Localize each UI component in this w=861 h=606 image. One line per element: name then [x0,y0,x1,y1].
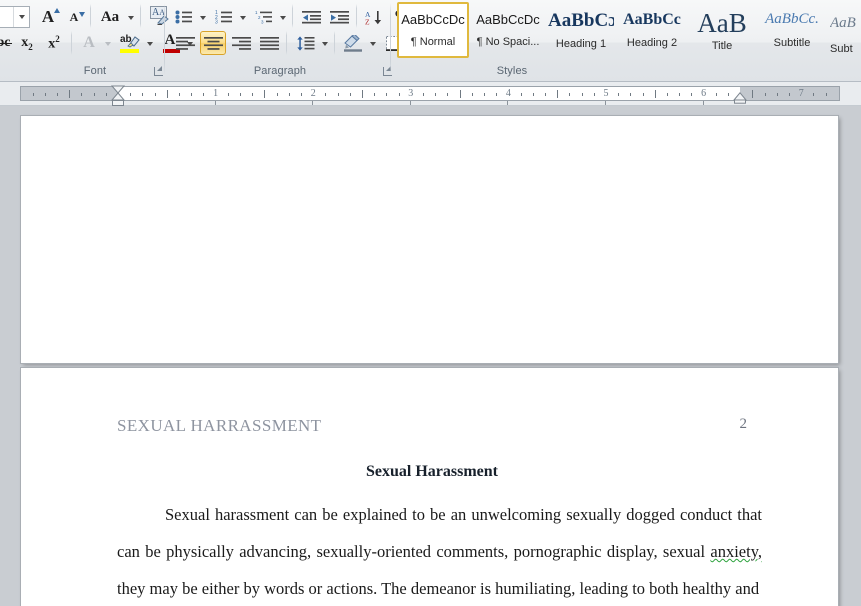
style-item-subtle-emphasis[interactable]: AaB Subt [829,2,861,58]
strikethrough-button[interactable]: abc [0,31,12,55]
bullets-caret-icon[interactable] [196,7,210,29]
style-label-title: Title [711,39,733,52]
decrease-indent-button[interactable] [298,5,324,29]
word-window: 12 A A Aa [0,0,861,606]
ruler-label: 1 [213,88,219,99]
style-preview-normal: AaBbCcDc [401,12,465,27]
ribbon: 12 A A Aa [0,0,861,82]
left-indent-marker[interactable] [111,85,125,107]
page-header[interactable]: SEXUAL HARRASSMENT 2 [117,416,747,438]
document-title: Sexual Harassment [366,463,498,480]
header-page-number: 2 [739,416,748,432]
styles-gallery: AaBbCcDc ¶ Normal AaBbCcDc ¶ No Spaci...… [392,0,861,62]
style-label-subtitle: Subtitle [773,37,811,49]
style-preview-subtitle: AaBbCc. [765,11,819,27]
svg-text:3: 3 [261,20,264,25]
shading-button[interactable] [340,31,366,55]
multilevel-list-caret-icon[interactable] [276,7,290,29]
font-group-body: 12 A A Aa [0,0,193,57]
style-item-normal[interactable]: AaBbCcDc ¶ Normal [397,2,469,58]
style-preview-title: AaB [697,7,747,38]
style-label-heading-2: Heading 2 [626,37,678,49]
svg-text:3: 3 [215,20,218,25]
text-highlight-color-caret-icon[interactable] [143,33,157,55]
ruler-label: 2 [310,88,316,99]
text-effects-button[interactable]: A [77,31,101,55]
styles-group-label: Styles [496,65,528,77]
style-preview-heading-2: AaBbCc [623,11,681,28]
svg-text:Z: Z [365,17,370,25]
style-label-no-spacing: ¶ No Spaci... [476,36,540,48]
style-preview-subtle-emphasis: AaB [830,15,856,31]
ruler-label: 7 [798,88,804,99]
document-body-paragraph[interactable]: Sexual harassment can be explained to be… [117,496,762,606]
style-item-no-spacing[interactable]: AaBbCcDc ¶ No Spaci... [472,2,544,58]
text-effects-caret-icon[interactable] [101,33,115,55]
style-item-title[interactable]: AaB Title [689,2,755,58]
right-indent-marker[interactable] [733,92,747,104]
ribbon-group-font: 12 A A Aa [0,0,193,81]
justify-button[interactable] [256,31,282,55]
sort-button[interactable]: A Z [362,5,386,29]
text-highlight-color-button[interactable]: ab [117,31,143,55]
bullets-button[interactable] [172,5,196,29]
align-right-button[interactable] [228,31,254,55]
multilevel-list-button[interactable]: 1 2 3 [252,5,276,29]
paragraph-text-part-1: Sexual harassment can be explained to be… [117,505,762,561]
horizontal-ruler[interactable]: 1 2 3 4 5 6 7 [20,86,840,101]
change-case-caret-icon[interactable] [124,7,138,29]
paragraph-text-part-2: they may be either by words or actions. … [117,579,760,598]
style-label-normal: ¶ Normal [410,36,456,48]
ruler-label: 4 [505,88,511,99]
shrink-font-button[interactable]: A [62,5,86,29]
font-size-combo[interactable]: 12 [0,6,30,28]
style-label-subtle-emphasis: Subt [830,43,853,55]
ribbon-group-styles: AaBbCcDc ¶ Normal AaBbCcDc ¶ No Spaci...… [392,0,861,81]
line-spacing-caret-icon[interactable] [318,33,332,55]
style-item-heading-2[interactable]: AaBbCc Heading 2 [618,2,686,58]
style-item-subtitle[interactable]: AaBbCc. Subtitle [758,2,826,58]
font-size-caret-icon[interactable] [13,7,29,27]
ruler-label: 5 [603,88,609,99]
grow-font-button[interactable]: A [36,5,61,29]
font-size-value: 12 [0,10,13,24]
document-page-1[interactable] [21,116,838,363]
document-page-2[interactable]: SEXUAL HARRASSMENT 2 Sexual Harassment S… [21,368,838,606]
style-preview-heading-1: AaBbCɔ [548,10,614,31]
document-canvas[interactable]: SEXUAL HARRASSMENT 2 Sexual Harassment S… [0,106,861,606]
style-item-heading-1[interactable]: AaBbCɔ Heading 1 [547,2,615,58]
ruler-label: 6 [701,88,707,99]
superscript-button[interactable]: x2 [41,31,67,55]
ruler-bar: 1 2 3 4 5 6 7 [0,82,861,106]
subscript-button[interactable]: x2 [14,31,40,55]
numbering-button[interactable]: 1 2 3 [212,5,236,29]
header-text: SEXUAL HARRASSMENT [117,416,322,435]
spellcheck-error-word[interactable]: anxiety, [710,542,762,561]
paragraph-group-body: 1 2 3 1 2 3 A Z [166,0,416,57]
align-center-button[interactable] [200,31,226,55]
numbering-caret-icon[interactable] [236,7,250,29]
change-case-button[interactable]: Aa [96,5,124,29]
increase-indent-button[interactable] [326,5,352,29]
align-left-button[interactable] [172,31,198,55]
shading-caret-icon[interactable] [366,33,380,55]
style-preview-no-spacing: AaBbCcDc [476,12,540,27]
style-label-heading-1: Heading 1 [555,38,607,50]
line-spacing-button[interactable] [292,31,318,55]
ribbon-group-paragraph: 1 2 3 1 2 3 A Z Paragraph [166,0,416,81]
ruler-label: 3 [408,88,414,99]
paragraph-group-label: Paragraph [253,65,307,77]
